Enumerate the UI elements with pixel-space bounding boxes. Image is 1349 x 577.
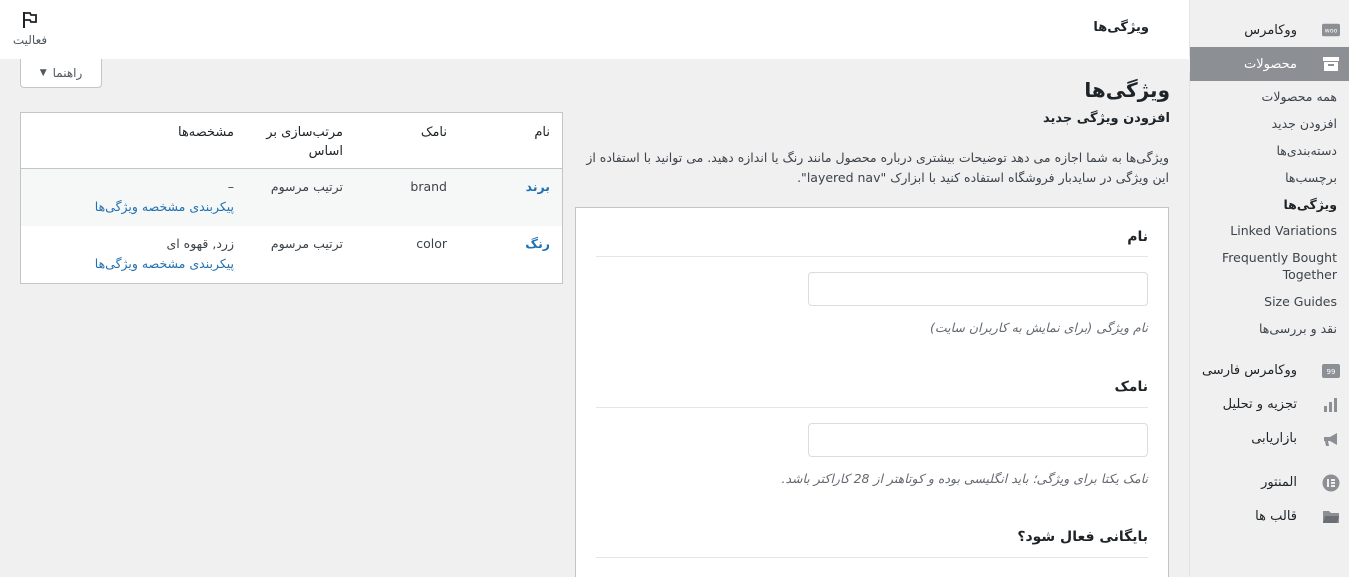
menu-templates[interactable]: قالب ها bbox=[1190, 500, 1349, 534]
divider bbox=[596, 557, 1148, 558]
woo-farsi-icon: 99 bbox=[1322, 362, 1340, 380]
menu-templates-label: قالب ها bbox=[1255, 509, 1297, 525]
submenu-attributes[interactable]: ویژگی‌ها bbox=[1190, 197, 1349, 214]
table-row: برند brand ترتیب مرسوم – پیکربندی مشخصه … bbox=[21, 169, 562, 226]
attribute-terms: – bbox=[227, 179, 234, 194]
help-label: راهنما bbox=[52, 66, 83, 80]
elementor-icon bbox=[1322, 474, 1340, 492]
slug-field-label: نامک bbox=[1114, 379, 1148, 395]
column-header-orderby: مرتب‌سازی بر اساس bbox=[266, 125, 343, 159]
table-row: رنگ color ترتیب مرسوم زرد, قهوه ای پیکرب… bbox=[21, 226, 562, 283]
folder-icon bbox=[1322, 508, 1340, 526]
submenu-tags[interactable]: برچسب‌ها bbox=[1190, 170, 1349, 187]
menu-analytics-label: تجزیه و تحلیل bbox=[1222, 397, 1297, 413]
slug-field-help: نامک یکتا برای ویژگی؛ باید انگلیسی بوده … bbox=[781, 471, 1148, 486]
attributes-table: نام نامک مرتب‌سازی بر اساس مشخصه‌ها برند… bbox=[20, 112, 563, 284]
menu-woocommerce[interactable]: woo ووکامرس bbox=[1190, 13, 1349, 47]
menu-analytics[interactable]: تجزیه و تحلیل bbox=[1190, 388, 1349, 422]
attribute-slug-input[interactable] bbox=[808, 423, 1148, 457]
column-header-name: نام bbox=[534, 125, 550, 140]
menu-elementor[interactable]: المنتور bbox=[1190, 466, 1349, 500]
attribute-terms: زرد, قهوه ای bbox=[166, 236, 234, 251]
menu-marketing[interactable]: بازاریابی bbox=[1190, 422, 1349, 456]
admin-sidebar: woo ووکامرس محصولات همه محصولات افزودن ج… bbox=[1182, 0, 1349, 577]
submenu-linked-variations[interactable]: Linked Variations bbox=[1190, 223, 1349, 240]
divider bbox=[596, 407, 1148, 408]
divider bbox=[596, 256, 1148, 257]
menu-woocommerce-farsi[interactable]: 99 ووکامرس فارسی bbox=[1190, 354, 1349, 388]
attribute-slug: color bbox=[416, 236, 447, 251]
column-header-slug: نامک bbox=[420, 125, 447, 140]
submenu-add-new[interactable]: افزودن جدید bbox=[1190, 116, 1349, 133]
enable-archives-label: بایگانی فعال شود؟ bbox=[1017, 529, 1148, 545]
add-attribute-heading: افزودن ویژگی جدید bbox=[1043, 111, 1170, 126]
column-header-terms: مشخصه‌ها bbox=[177, 125, 234, 140]
svg-text:99: 99 bbox=[1327, 368, 1336, 376]
woocommerce-header-bar: ویژگی‌ها فعالیت bbox=[0, 0, 1189, 59]
submenu-all-products[interactable]: همه محصولات bbox=[1190, 89, 1349, 106]
configure-terms-link[interactable]: پیکربندی مشخصه ویژگی‌ها bbox=[95, 256, 234, 271]
archive-box-icon bbox=[1322, 55, 1340, 73]
header-title: ویژگی‌ها bbox=[1093, 20, 1149, 35]
menu-marketing-label: بازاریابی bbox=[1251, 431, 1297, 447]
flag-icon bbox=[23, 12, 37, 28]
name-field-help: نام ویژگی (برای نمایش به کاربران سایت) bbox=[929, 320, 1148, 335]
attribute-orderby: ترتیب مرسوم bbox=[270, 179, 343, 194]
menu-elementor-label: المنتور bbox=[1261, 475, 1297, 491]
woocommerce-icon: woo bbox=[1322, 21, 1340, 39]
megaphone-icon bbox=[1322, 430, 1340, 448]
menu-products-label: محصولات bbox=[1244, 56, 1297, 72]
activity-label: فعالیت bbox=[12, 33, 48, 47]
caret-down-icon: ▼ bbox=[39, 68, 47, 78]
page-title: ویژگی‌ها bbox=[1084, 78, 1170, 102]
attribute-name-input[interactable] bbox=[808, 272, 1148, 306]
menu-woocommerce-farsi-label: ووکامرس فارسی bbox=[1201, 363, 1297, 379]
submenu-frequently-bought-together[interactable]: Frequently Bought Together bbox=[1190, 250, 1349, 284]
attribute-name-link[interactable]: رنگ bbox=[525, 236, 550, 251]
svg-text:woo: woo bbox=[1325, 28, 1338, 35]
attributes-description: ویژگی‌ها به شما اجازه می دهد توضیحات بیش… bbox=[586, 150, 1169, 185]
submenu-reviews[interactable]: نقد و بررسی‌ها bbox=[1190, 321, 1349, 338]
add-attribute-form: نام نام ویژگی (برای نمایش به کاربران سای… bbox=[575, 207, 1169, 577]
name-field-label: نام bbox=[1127, 229, 1148, 245]
activity-button[interactable]: فعالیت bbox=[10, 10, 50, 47]
menu-products[interactable]: محصولات bbox=[1182, 47, 1349, 81]
bar-chart-icon bbox=[1322, 396, 1340, 414]
menu-woocommerce-label: ووکامرس bbox=[1244, 22, 1297, 38]
attribute-name-link[interactable]: برند bbox=[526, 179, 550, 194]
products-submenu: همه محصولات افزودن جدید دسته‌بندی‌ها برچ… bbox=[1190, 81, 1349, 354]
configure-terms-link[interactable]: پیکربندی مشخصه ویژگی‌ها bbox=[95, 199, 234, 214]
submenu-categories[interactable]: دسته‌بندی‌ها bbox=[1190, 143, 1349, 160]
submenu-size-guides[interactable]: Size Guides bbox=[1190, 294, 1349, 311]
attribute-orderby: ترتیب مرسوم bbox=[270, 236, 343, 251]
attribute-slug: brand bbox=[410, 179, 447, 194]
help-tab-button[interactable]: راهنما ▼ bbox=[20, 59, 102, 88]
